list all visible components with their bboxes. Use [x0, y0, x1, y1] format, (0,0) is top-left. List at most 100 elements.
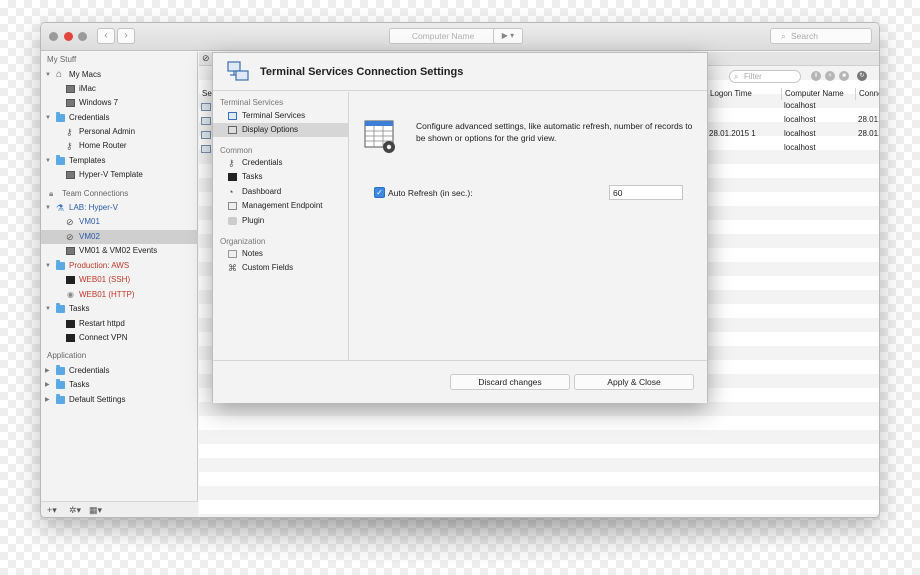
sidebar-item-label: Default Settings — [69, 395, 126, 404]
close-window-button[interactable] — [49, 32, 58, 41]
dashboard-icon: ◔ — [228, 187, 234, 197]
terminal-services-icon — [228, 112, 237, 120]
nav-item-tasks[interactable]: Tasks — [213, 170, 348, 184]
forward-button[interactable]: › — [117, 28, 135, 44]
display-icon — [228, 126, 237, 134]
sidebar-item-imac[interactable]: iMac — [41, 82, 198, 96]
nav-item-display-options[interactable]: Display Options — [213, 123, 348, 137]
column-connection[interactable]: Conne — [855, 88, 879, 100]
sidebar-item-lab-hyperv[interactable]: ▼ ⚗ LAB: Hyper-V — [41, 201, 198, 215]
disclosure-open-icon[interactable]: ▼ — [45, 201, 51, 215]
sidebar-item-templates[interactable]: ▼ Templates — [41, 154, 198, 168]
window-shadow — [30, 516, 890, 566]
sidebar-item-label: Tasks — [69, 304, 90, 313]
back-button[interactable]: ‹ — [97, 28, 115, 44]
globe-icon: ◉ — [67, 290, 74, 299]
sidebar-item-tasks[interactable]: ▼ Tasks — [41, 302, 198, 316]
session-icon: ⊘ — [202, 53, 210, 63]
disclosure-open-icon[interactable]: ▼ — [45, 302, 51, 316]
event-viewer-icon — [66, 247, 75, 255]
column-logon-time[interactable]: Logon Time — [706, 88, 781, 100]
view-menu-button[interactable]: ▦▾ — [89, 505, 102, 516]
nav-item-credentials[interactable]: ⚷ Credentials — [213, 156, 348, 170]
sidebar-item-my-macs[interactable]: ▼ ⌂ My Macs — [41, 68, 198, 82]
stop-icon[interactable]: ■ — [839, 71, 849, 81]
computer-name-field[interactable]: Computer Name — [389, 28, 497, 44]
sidebar-item-vm01[interactable]: ⊘ VM01 — [41, 215, 198, 229]
monitor-icon — [66, 85, 75, 93]
nav-item-custom-fields[interactable]: ⌘ Custom Fields — [213, 261, 348, 275]
sidebar-item-app-credentials[interactable]: ▶ Credentials — [41, 364, 198, 378]
connect-play-button[interactable]: ▶ ▾ — [493, 28, 523, 44]
nav-item-plugin[interactable]: Plugin — [213, 214, 348, 228]
sidebar: My Stuff ▼ ⌂ My Macs iMac Windows 7 ▼ Cr… — [41, 52, 198, 517]
sidebar-item-hyperv-template[interactable]: Hyper-V Template — [41, 168, 198, 182]
auto-refresh-input[interactable] — [609, 185, 683, 200]
cell-computer: localhost — [784, 129, 816, 138]
disclosure-closed-icon[interactable]: ▶ — [45, 364, 50, 378]
cell-computer: localhost — [784, 115, 816, 124]
pause-icon[interactable]: ‖ — [811, 71, 821, 81]
nav-item-notes[interactable]: Notes — [213, 247, 348, 261]
sidebar-item-label: VM02 — [79, 232, 100, 241]
sidebar-item-label: Home Router — [79, 141, 127, 150]
sidebar-item-windows-7[interactable]: Windows 7 — [41, 96, 198, 110]
dialog-title: Terminal Services Connection Settings — [260, 66, 464, 78]
sidebar-item-label: Credentials — [69, 366, 110, 375]
apply-close-button[interactable]: Apply & Close — [574, 374, 694, 390]
sidebar-item-vm-events[interactable]: VM01 & VM02 Events — [41, 244, 198, 258]
sidebar-item-home-router[interactable]: ⚷ Home Router — [41, 139, 198, 153]
sidebar-item-label: VM01 — [79, 217, 100, 226]
monitor-icon — [66, 99, 75, 107]
sidebar-item-label: Credentials — [69, 113, 110, 122]
sidebar-item-web01-http[interactable]: ◉ WEB01 (HTTP) — [41, 288, 198, 302]
search-placeholder: Search — [791, 31, 818, 41]
nav-item-label: Credentials — [242, 158, 283, 167]
sidebar-item-label: LAB: Hyper-V — [69, 203, 118, 212]
terminal-services-icon — [227, 61, 249, 81]
disclosure-open-icon[interactable]: ▼ — [45, 154, 51, 168]
disclosure-open-icon[interactable]: ▼ — [45, 68, 51, 82]
session-row-icon — [201, 103, 211, 111]
sidebar-item-vm02[interactable]: ⊘ VM02 — [41, 230, 198, 244]
auto-refresh-checkbox[interactable]: ✓ — [374, 187, 385, 198]
minimize-window-button[interactable] — [64, 32, 73, 41]
sidebar-item-production-aws[interactable]: ▼ Production: AWS — [41, 259, 198, 273]
sidebar-item-label: Tasks — [69, 380, 90, 389]
nav-item-dashboard[interactable]: ◔ Dashboard — [213, 185, 348, 199]
refresh-icon[interactable]: ↻ — [857, 71, 867, 81]
add-menu-button[interactable]: +▾ — [47, 505, 57, 516]
connection-settings-dialog: Terminal Services Connection Settings Te… — [212, 52, 708, 403]
disclosure-open-icon[interactable]: ▼ — [45, 111, 51, 125]
nav-item-terminal-services[interactable]: Terminal Services — [213, 109, 348, 123]
nav-item-label: Display Options — [242, 125, 299, 134]
search-field[interactable]: ⌕ Search — [770, 28, 872, 44]
sidebar-item-credentials[interactable]: ▼ Credentials — [41, 111, 198, 125]
sidebar-item-label: Connect VPN — [79, 333, 128, 342]
sidebar-item-label: My Macs — [69, 70, 101, 79]
filter-field[interactable]: ⌕ Filter — [729, 70, 801, 83]
gear-menu-button[interactable]: ✲▾ — [69, 505, 81, 516]
sidebar-item-web01-ssh[interactable]: WEB01 (SSH) — [41, 273, 198, 287]
disclosure-closed-icon[interactable]: ▶ — [45, 393, 50, 407]
folder-icon — [56, 365, 65, 375]
nav-item-management-endpoint[interactable]: Management Endpoint — [213, 199, 348, 213]
zoom-window-button[interactable] — [78, 32, 87, 41]
remove-icon[interactable]: × — [825, 71, 835, 81]
dialog-main-panel: Configure advanced settings, like automa… — [350, 92, 707, 360]
disclosure-closed-icon[interactable]: ▶ — [45, 378, 50, 392]
sidebar-item-personal-admin[interactable]: ⚷ Personal Admin — [41, 125, 198, 139]
sidebar-item-default-settings[interactable]: ▶ Default Settings — [41, 393, 198, 407]
column-session[interactable]: Ses — [199, 88, 216, 100]
sidebar-item-app-tasks[interactable]: ▶ Tasks — [41, 378, 198, 392]
filter-placeholder: Filter — [744, 72, 762, 81]
nav-item-label: Custom Fields — [242, 263, 294, 272]
disclosure-open-icon[interactable]: ▼ — [45, 259, 51, 273]
sidebar-item-restart-httpd[interactable]: Restart httpd — [41, 317, 198, 331]
nav-item-label: Management Endpoint — [242, 201, 323, 210]
sidebar-item-label: Hyper-V Template — [79, 170, 143, 179]
folder-icon — [56, 394, 65, 404]
sidebar-item-connect-vpn[interactable]: Connect VPN — [41, 331, 198, 345]
nav-group-terminal-services: Terminal Services — [220, 98, 284, 107]
discard-changes-button[interactable]: Discard changes — [450, 374, 570, 390]
